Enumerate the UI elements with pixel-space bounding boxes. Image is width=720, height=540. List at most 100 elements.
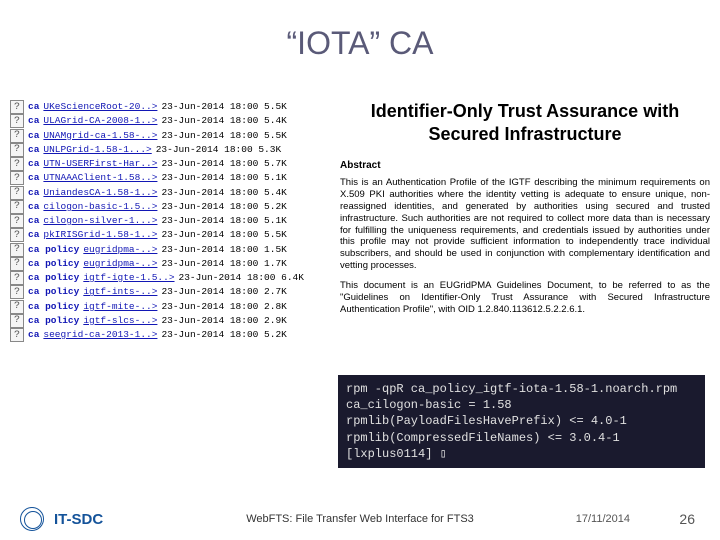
footer-page-number: 26: [679, 511, 695, 527]
file-icon: ?: [10, 271, 24, 285]
file-meta: 23-Jun-2014 18:00 5.2K: [161, 328, 286, 342]
file-row[interactable]: ? ca ULAGrid-CA-2008-1..> 23-Jun-2014 18:0…: [10, 114, 330, 128]
file-icon: ?: [10, 243, 24, 257]
file-icon: ?: [10, 314, 24, 328]
file-prefix: ca: [28, 143, 39, 157]
file-row[interactable]: ?caUKeScienceRoot-20..> 23-Jun-2014 18:0…: [10, 100, 330, 114]
file-icon: ?: [10, 214, 24, 228]
terminal-line: rpm -qpR ca_policy_igtf-iota-1.58-1.noar…: [346, 381, 697, 397]
file-icon: ?: [10, 285, 24, 299]
file-icon: ?: [10, 129, 24, 143]
file-link[interactable]: UNLPGrid-1.58-1...>: [43, 143, 151, 157]
file-meta: 23-Jun-2014 18:00 5.5K: [161, 129, 286, 143]
document-panel: Identifier-Only Trust Assurance with Sec…: [340, 100, 710, 324]
file-link[interactable]: UniandesCA-1.58-1..>: [43, 186, 157, 200]
file-row[interactable]: ? ca policy igtf-ints-..> 23-Jun-2014 18:0…: [10, 285, 330, 299]
file-link[interactable]: UNAMgrid-ca-1.58-..>: [43, 129, 157, 143]
file-prefix: ca policy: [28, 271, 79, 285]
file-meta: 23-Jun-2014 18:00 2.8K: [161, 300, 286, 314]
file-meta: 23-Jun-2014 18:00 6.4K: [179, 271, 304, 285]
file-prefix: ca: [28, 186, 39, 200]
file-prefix: ca: [28, 114, 39, 128]
file-row[interactable]: ? ca cilogon-basic-1.5..> 23-Jun-2014 18:0…: [10, 200, 330, 214]
file-link[interactable]: eugridpma-..>: [83, 243, 157, 257]
file-prefix: ca: [28, 157, 39, 171]
file-icon: ?: [10, 171, 24, 185]
file-link[interactable]: UTN-USERFirst-Har..>: [43, 157, 157, 171]
file-link[interactable]: ULAGrid-CA-2008-1..>: [43, 114, 157, 128]
file-prefix: ca policy: [28, 285, 79, 299]
file-prefix: ca: [28, 171, 39, 185]
footer-subtitle: WebFTS: File Transfer Web Interface for …: [246, 513, 474, 525]
document-title: Identifier-Only Trust Assurance with Sec…: [340, 100, 710, 145]
file-meta: 23-Jun-2014 18:00 2.9K: [161, 314, 286, 328]
file-meta: 23-Jun-2014 18:00 5.3K: [156, 143, 281, 157]
file-meta: 23-Jun-2014 18:00 5.4K: [161, 186, 286, 200]
abstract-label: Abstract: [340, 160, 710, 171]
file-row[interactable]: ? ca UTN-USERFirst-Har..> 23-Jun-2014 18:0…: [10, 157, 330, 171]
terminal-line: [lxplus0114] ▯: [346, 446, 697, 462]
file-icon: ?: [10, 114, 24, 128]
abstract-paragraph-1: This is an Authentication Profile of the…: [340, 177, 710, 272]
file-link[interactable]: cilogon-silver-1...>: [43, 214, 157, 228]
file-row[interactable]: ?ca policyigtf-slcs-..> 23-Jun-2014 18:0…: [10, 314, 330, 328]
file-prefix: ca: [28, 100, 39, 114]
cern-logo-icon: [20, 507, 44, 531]
file-link[interactable]: igtf-igte-1.5..>: [83, 271, 174, 285]
file-meta: 23-Jun-2014 18:00 5.2K: [161, 200, 286, 214]
file-meta: 23-Jun-2014 18:00 5.4K: [161, 114, 286, 128]
file-prefix: ca policy: [28, 243, 79, 257]
file-link[interactable]: igtf-mite-..>: [83, 300, 157, 314]
file-row[interactable]: ? ca policy igtf-igte-1.5..> 23-Jun-2014 1…: [10, 271, 330, 285]
file-prefix: ca: [28, 129, 39, 143]
file-row[interactable]: ? ca policy igtf-mite-..> 23-Jun-2014 18:0…: [10, 300, 330, 314]
file-link[interactable]: cilogon-basic-1.5..>: [43, 200, 157, 214]
file-row[interactable]: ? ca UNAMgrid-ca-1.58-..> 23-Jun-2014 18:0…: [10, 129, 330, 143]
file-prefix: ca: [28, 228, 39, 242]
file-prefix: ca policy: [28, 257, 79, 271]
file-row[interactable]: ? ca pkIRISGrid-1.58-1..> 23-Jun-2014 18:0…: [10, 228, 330, 242]
file-icon: ?: [10, 257, 24, 271]
file-prefix: ca: [28, 200, 39, 214]
file-icon: ?: [10, 157, 24, 171]
file-row[interactable]: ? ca policy eugridpma-..> 23-Jun-2014 18:0…: [10, 257, 330, 271]
file-row[interactable]: ?caUniandesCA-1.58-1..> 23-Jun-2014 18:0…: [10, 186, 330, 200]
file-meta: 23-Jun-2014 18:00 5.5K: [161, 228, 286, 242]
file-icon: ?: [10, 328, 24, 342]
file-row[interactable]: ? ca UTNAAAClient-1.58..> 23-Jun-2014 18:0…: [10, 171, 330, 185]
file-link[interactable]: seegrid-ca-2013-1..>: [43, 328, 157, 342]
file-listing: ? ca UKeScienceRoot-20..> 23-Jun-2014 18:0…: [10, 100, 330, 342]
terminal-line: ca_cilogon-basic = 1.58: [346, 397, 697, 413]
file-meta: 23-Jun-2014 18:00 5.7K: [161, 157, 286, 171]
content-area: ? ca UKeScienceRoot-20..> 23-Jun-2014 18:0…: [10, 100, 710, 490]
file-link[interactable]: pkIRISGrid-1.58-1..>: [43, 228, 157, 242]
file-meta: 23-Jun-2014 18:00 2.7K: [161, 285, 286, 299]
org-label: IT-SDC: [54, 511, 103, 528]
file-prefix: ca: [28, 328, 39, 342]
file-link[interactable]: igtf-ints-..>: [83, 285, 157, 299]
file-icon: ?: [10, 228, 24, 242]
file-icon: ?: [10, 100, 24, 114]
file-row[interactable]: ? ca seegrid-ca-2013-1..> 23-Jun-2014 18:0…: [10, 328, 330, 342]
terminal-line: rpmlib(CompressedFileNames) <= 3.0.4-1: [346, 430, 697, 446]
file-link[interactable]: UTNAAAClient-1.58..>: [43, 171, 157, 185]
file-icon: ?: [10, 143, 24, 157]
terminal-output: rpm -qpR ca_policy_igtf-iota-1.58-1.noar…: [338, 375, 705, 468]
file-prefix: ca: [28, 214, 39, 228]
footer-date: 17/11/2014: [576, 513, 630, 525]
file-row[interactable]: ? ca policy eugridpma-..> 23-Jun-2014 18:0…: [10, 243, 330, 257]
file-link[interactable]: igtf-slcs-..>: [83, 314, 157, 328]
file-row[interactable]: ?cacilogon-silver-1...> 23-Jun-2014 18:0…: [10, 214, 330, 228]
file-prefix: ca policy: [28, 300, 79, 314]
terminal-line: rpmlib(PayloadFilesHavePrefix) <= 4.0-1: [346, 413, 697, 429]
file-meta: 23-Jun-2014 18:00 1.5K: [161, 243, 286, 257]
file-meta: 23-Jun-2014 18:00 1.7K: [161, 257, 286, 271]
file-icon: ?: [10, 300, 24, 314]
file-row[interactable]: ? ca UNLPGrid-1.58-1...> 23-Jun-2014 18:00…: [10, 143, 330, 157]
slide-footer: IT-SDC WebFTS: File Transfer Web Interfa…: [0, 498, 720, 540]
file-icon: ?: [10, 200, 24, 214]
abstract-paragraph-2: This document is an EUGridPMA Guidelines…: [340, 280, 710, 316]
file-link[interactable]: eugridpma-..>: [83, 257, 157, 271]
file-meta: 23-Jun-2014 18:00 5.1K: [161, 171, 286, 185]
file-link[interactable]: UKeScienceRoot-20..>: [43, 100, 157, 114]
